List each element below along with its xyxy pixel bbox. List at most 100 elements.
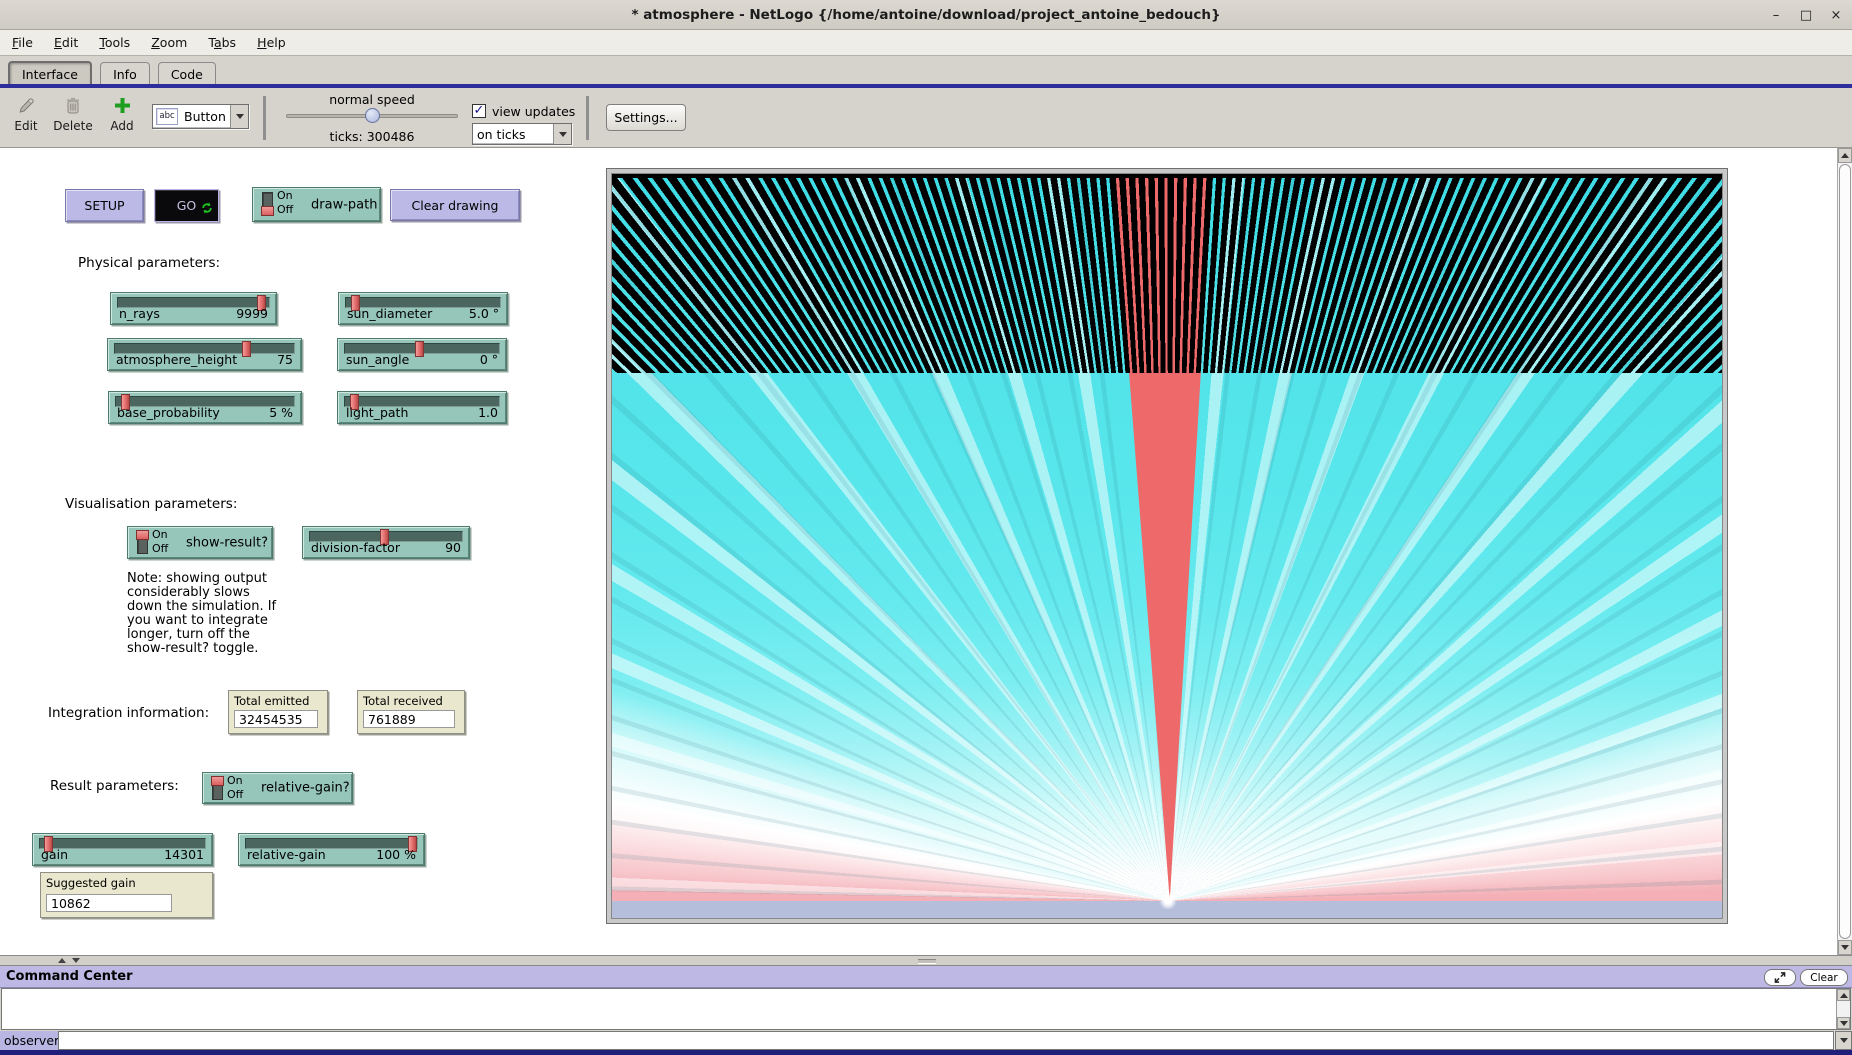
settings-button[interactable]: Settings... [606, 104, 686, 131]
toolbar-separator [586, 96, 589, 140]
switch-on-label: On [277, 189, 293, 203]
divider-drag-handle[interactable] [918, 959, 936, 964]
n-rays-slider[interactable]: n_rays9999 [110, 292, 277, 325]
go-button[interactable]: GO [154, 189, 219, 222]
result-parameters-heading: Result parameters: [50, 778, 179, 794]
switch-slot [212, 777, 223, 800]
setup-button[interactable]: SETUP [65, 189, 144, 222]
visualisation-parameters-heading: Visualisation parameters: [65, 496, 237, 512]
command-history-button[interactable] [1835, 1031, 1852, 1050]
maximize-button[interactable]: □ [1796, 8, 1816, 23]
world-view-inner [611, 173, 1723, 919]
scroll-up-button[interactable] [1838, 148, 1852, 163]
triangle-up-icon [1841, 153, 1849, 158]
edit-button-label: Edit [14, 119, 37, 133]
detach-command-center-button[interactable] [1764, 969, 1796, 986]
speed-slider-thumb[interactable] [365, 108, 380, 123]
view-updates-checkbox[interactable]: ✓ [472, 104, 486, 118]
integration-information-heading: Integration information: [48, 705, 209, 721]
go-button-label: GO [177, 198, 197, 213]
command-input[interactable] [58, 1031, 1834, 1050]
relative-gain-slider[interactable]: relative-gain100 % [238, 833, 425, 866]
scrollbar-thumb[interactable] [1839, 164, 1851, 939]
switch-slot [262, 192, 273, 215]
division-factor-slider[interactable]: division-factor90 [302, 526, 470, 559]
switch-onoff-labels: On Off [227, 774, 243, 803]
base-probability-slider[interactable]: base_probability5 % [108, 391, 302, 424]
switch-knob[interactable] [211, 776, 224, 786]
switch-label: relative-gain? [261, 781, 350, 796]
menu-item-edit[interactable]: Edit [46, 30, 86, 54]
world-view[interactable] [606, 168, 1728, 924]
triangle-up-icon [1840, 993, 1848, 998]
clear-command-center-button[interactable]: Clear [1800, 969, 1848, 986]
switch-off-label: Off [227, 788, 243, 802]
widget-type-dropdown-button[interactable] [230, 105, 248, 128]
update-mode-dropdown-button[interactable] [553, 124, 571, 144]
switch-knob[interactable] [261, 206, 274, 216]
close-button[interactable]: × [1826, 8, 1846, 23]
title-bar: * atmosphere - NetLogo {/home/antoine/do… [0, 0, 1852, 30]
output-scrollbar[interactable] [1836, 989, 1850, 1029]
menu-item-tools[interactable]: Tools [91, 30, 138, 54]
space-sky-layer [612, 174, 1722, 373]
menu-item-zoom[interactable]: Zoom [143, 30, 195, 54]
chevron-down-icon [559, 132, 567, 137]
delete-button[interactable]: Delete [50, 93, 96, 133]
speed-label: normal speed [286, 92, 458, 107]
sun-angle-slider[interactable]: sun_angle0 ° [337, 338, 507, 371]
sun-diameter-slider[interactable]: sun_diameter5.0 ° [338, 292, 508, 325]
show-result-note: Note: showing output considerably slows … [127, 572, 317, 655]
relative-gain-switch[interactable]: On Off relative-gain? [202, 772, 353, 804]
slider-value: 100 % [376, 847, 416, 862]
speed-slider[interactable] [286, 109, 458, 125]
plus-icon [102, 93, 142, 119]
menu-item-help[interactable]: Help [249, 30, 294, 54]
command-center-divider[interactable] [0, 955, 1852, 966]
scroll-up-button[interactable] [1837, 989, 1850, 1001]
triangle-down-icon [1841, 945, 1849, 950]
show-result-switch[interactable]: On Off show-result? [127, 526, 273, 559]
switch-label: show-result? [186, 535, 268, 550]
canvas-vertical-scrollbar[interactable] [1837, 148, 1852, 955]
clear-drawing-button[interactable]: Clear drawing [390, 189, 520, 221]
chevron-down-icon [236, 114, 244, 119]
minimize-button[interactable]: – [1766, 8, 1786, 23]
window-title: * atmosphere - NetLogo {/home/antoine/do… [0, 0, 1852, 30]
update-mode-dropdown[interactable]: on ticks [472, 123, 572, 145]
tab-bar: Interface Info Code [0, 56, 1852, 84]
setup-button-label: SETUP [84, 198, 124, 213]
toolbar-separator [263, 96, 266, 140]
scroll-down-button[interactable] [1837, 1017, 1850, 1029]
switch-knob[interactable] [136, 530, 149, 540]
edit-button[interactable]: Edit [6, 93, 46, 133]
draw-path-switch[interactable]: On Off draw-path [252, 187, 381, 222]
menu-item-file[interactable]: File [4, 30, 41, 54]
clear-drawing-button-label: Clear drawing [412, 198, 499, 213]
divider-collapse-controls [58, 958, 80, 963]
monitor-label: Total emitted [234, 694, 309, 708]
slider-value: 1.0 [478, 405, 498, 420]
expand-up-icon[interactable] [58, 958, 66, 963]
slider-label: base_probability [117, 405, 220, 420]
light-path-slider[interactable]: light_path1.0 [337, 391, 507, 424]
menu-item-tabs[interactable]: Tabs [200, 30, 244, 54]
widget-type-dropdown[interactable]: abc Button [152, 104, 249, 129]
add-button[interactable]: Add [102, 93, 142, 133]
chevron-down-icon [1840, 1038, 1848, 1043]
physical-parameters-heading: Physical parameters: [78, 255, 220, 271]
interface-canvas: SETUP GO On Off draw-path Clear drawing … [0, 148, 1852, 955]
scroll-down-button[interactable] [1838, 940, 1852, 955]
atmosphere-height-slider[interactable]: atmosphere_height75 [107, 338, 302, 371]
gain-slider[interactable]: gain14301 [32, 833, 213, 866]
view-updates-label: view updates [492, 104, 575, 119]
switch-onoff-labels: On Off [152, 528, 168, 557]
slider-label: sun_angle [346, 352, 409, 367]
expand-arrows-icon [1774, 972, 1786, 983]
collapse-down-icon[interactable] [72, 958, 80, 963]
total-emitted-monitor: Total emitted 32454535 [228, 690, 328, 734]
delete-button-label: Delete [53, 119, 92, 133]
interface-toolbar: Edit Delete Add abc Button normal speed … [0, 88, 1852, 148]
slider-label: atmosphere_height [116, 352, 237, 367]
pencil-icon [6, 93, 46, 119]
